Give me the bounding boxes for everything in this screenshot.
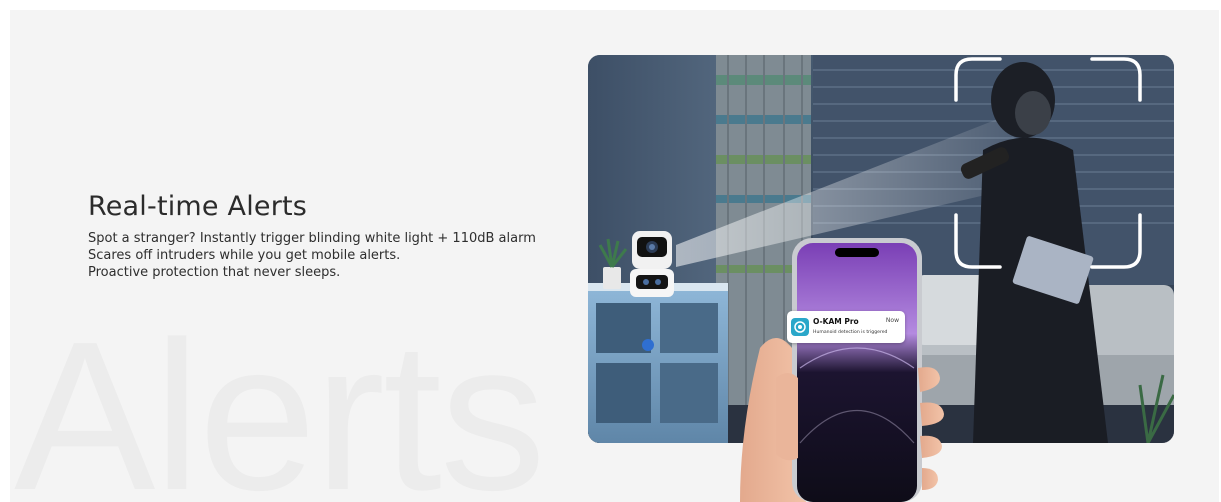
feature-description: Spot a stranger? Instantly trigger blind…: [88, 230, 558, 281]
feature-copy: Real-time Alerts Spot a stranger? Instan…: [88, 190, 558, 281]
push-notification[interactable]: O-KAM Pro Now Humanoid detection is trig…: [787, 311, 905, 343]
description-line-3: Proactive protection that never sleeps.: [88, 265, 341, 280]
description-line-1: Spot a stranger? Instantly trigger blind…: [88, 231, 536, 246]
notification-time: Now: [885, 317, 899, 324]
phone-screen: [797, 243, 917, 502]
security-camera: [630, 231, 674, 297]
o-kam-app-icon: [791, 318, 809, 336]
hand-holding-phone: [740, 228, 980, 502]
notification-message: Humanoid detection is triggered: [813, 330, 888, 335]
description-line-2: Scares off intruders while you get mobil…: [88, 248, 401, 263]
feature-title: Real-time Alerts: [88, 191, 308, 222]
notification-app-name: O-KAM Pro: [813, 317, 859, 326]
background-watermark: Alerts: [14, 297, 546, 502]
